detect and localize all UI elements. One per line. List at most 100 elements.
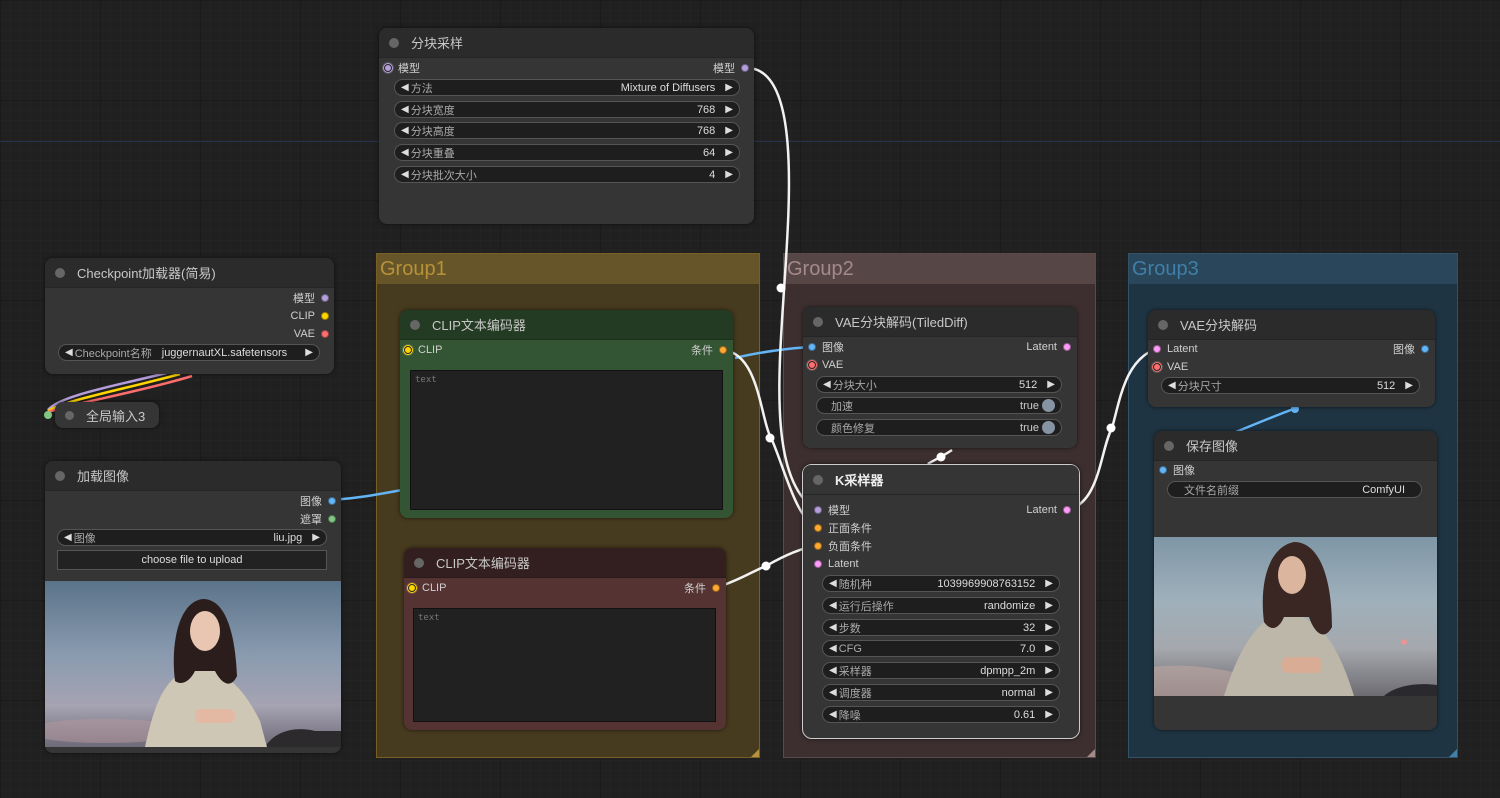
collapse-dot-icon[interactable] <box>414 557 424 568</box>
widget-steps[interactable]: ◀ 步数 32 ▶ <box>822 619 1060 636</box>
node-title-bar[interactable]: 分块采样 <box>379 28 754 58</box>
increment-arrow-icon[interactable]: ▶ <box>725 82 733 93</box>
widget-value[interactable]: 768 <box>697 125 715 137</box>
node-title-bar[interactable]: CLIP文本编码器 <box>400 310 733 340</box>
decrement-arrow-icon[interactable]: ◀ <box>401 82 409 93</box>
slot-pin-icon[interactable] <box>814 524 822 532</box>
output-slot-mask[interactable]: 遮罩 <box>300 510 336 528</box>
slot-pin-icon[interactable] <box>403 345 413 355</box>
widget-value[interactable]: liu.jpg <box>274 532 303 544</box>
collapse-dot-icon[interactable] <box>410 319 420 330</box>
group-title[interactable]: Group3 <box>1129 254 1457 284</box>
decrement-arrow-icon[interactable]: ◀ <box>829 665 837 676</box>
slot-pin-icon[interactable] <box>321 330 329 338</box>
widget-value[interactable]: 1039969908763152 <box>937 578 1035 590</box>
widget-tile-batch-size[interactable]: ◀ 分块批次大小 4 ▶ <box>394 166 740 183</box>
slot-pin-icon[interactable] <box>1063 343 1071 351</box>
widget-cfg[interactable]: ◀ CFG 7.0 ▶ <box>822 640 1060 657</box>
widget-sampler-name[interactable]: ◀ 采样器 dpmpp_2m ▶ <box>822 662 1060 679</box>
group-resize-handle[interactable] <box>751 749 759 757</box>
output-slot-conditioning[interactable]: 条件 <box>684 579 720 597</box>
node-clip-text-encode-positive[interactable]: CLIP文本编码器 CLIP 条件 text <box>400 310 733 518</box>
toggle-fast[interactable]: 加速 true <box>816 397 1062 414</box>
node-clip-text-encode-negative[interactable]: CLIP文本编码器 CLIP 条件 text <box>404 548 726 730</box>
collapse-dot-icon[interactable] <box>389 37 399 48</box>
toggle-knob-icon[interactable] <box>1042 399 1055 412</box>
increment-arrow-icon[interactable]: ▶ <box>725 169 733 180</box>
widget-denoise[interactable]: ◀ 降噪 0.61 ▶ <box>822 706 1060 723</box>
widget-checkpoint-name[interactable]: ◀ Checkpoint名称 juggernautXL.safetensors ▶ <box>58 344 320 361</box>
output-slot-latent[interactable]: Latent <box>1026 338 1071 356</box>
node-title-bar[interactable]: VAE分块解码(TiledDiff) <box>803 307 1077 337</box>
collapse-dot-icon[interactable] <box>813 474 823 485</box>
widget-filename-prefix[interactable]: 文件名前缀 ComfyUI <box>1167 481 1422 498</box>
slot-pin-icon[interactable] <box>1063 506 1071 514</box>
decrement-arrow-icon[interactable]: ◀ <box>401 125 409 136</box>
node-title-bar[interactable]: Checkpoint加载器(简易) <box>45 258 334 288</box>
widget-value[interactable]: 512 <box>1377 380 1395 392</box>
input-slot-model[interactable]: 模型 <box>383 59 420 77</box>
slot-pin-icon[interactable] <box>1159 466 1167 474</box>
slot-pin-icon[interactable] <box>328 515 336 523</box>
output-slot-clip[interactable]: CLIP <box>291 307 329 325</box>
widget-tile-size[interactable]: ◀ 分块大小 512 ▶ <box>816 376 1062 393</box>
group-title[interactable]: Group2 <box>784 254 1095 284</box>
widget-value[interactable]: 4 <box>709 169 715 181</box>
decrement-arrow-icon[interactable]: ◀ <box>1168 380 1176 391</box>
input-slot-latent[interactable]: Latent <box>1153 340 1198 358</box>
increment-arrow-icon[interactable]: ▶ <box>305 347 313 358</box>
widget-tile-height[interactable]: ◀ 分块高度 768 ▶ <box>394 122 740 139</box>
input-slot-image[interactable]: 图像 <box>1159 461 1195 479</box>
slot-pin-icon[interactable] <box>1421 345 1429 353</box>
increment-arrow-icon[interactable]: ▶ <box>1045 622 1053 633</box>
output-slot-image[interactable]: 图像 <box>300 492 336 510</box>
input-slot-positive[interactable]: 正面条件 <box>814 519 872 537</box>
increment-arrow-icon[interactable]: ▶ <box>1045 578 1053 589</box>
widget-image-select[interactable]: ◀ 图像 liu.jpg ▶ <box>57 529 327 546</box>
output-slot-latent[interactable]: Latent <box>1026 501 1071 519</box>
widget-value[interactable]: 64 <box>703 147 715 159</box>
increment-arrow-icon[interactable]: ▶ <box>1045 643 1053 654</box>
toggle-color-fix[interactable]: 颜色修复 true <box>816 419 1062 436</box>
node-title-bar[interactable]: CLIP文本编码器 <box>404 548 726 578</box>
output-slot-model[interactable]: 模型 <box>713 59 749 77</box>
slot-pin-icon[interactable] <box>321 294 329 302</box>
decrement-arrow-icon[interactable]: ◀ <box>401 104 409 115</box>
node-global-input[interactable]: 全局输入3 <box>55 402 159 428</box>
slot-pin-icon[interactable] <box>712 584 720 592</box>
increment-arrow-icon[interactable]: ▶ <box>1045 687 1053 698</box>
input-slot-image[interactable]: 图像 <box>808 338 844 356</box>
widget-value[interactable]: juggernautXL.safetensors <box>162 347 287 359</box>
decrement-arrow-icon[interactable]: ◀ <box>401 147 409 158</box>
decrement-arrow-icon[interactable]: ◀ <box>829 578 837 589</box>
decrement-arrow-icon[interactable]: ◀ <box>64 532 72 543</box>
slot-pin-icon[interactable] <box>328 497 336 505</box>
slot-pin-icon[interactable] <box>814 560 822 568</box>
slot-pin-icon[interactable] <box>807 360 817 370</box>
prompt-textarea-positive[interactable]: text <box>410 370 723 510</box>
node-vae-encode-tiled[interactable]: VAE分块解码(TiledDiff) 图像 VAE Latent ◀ 分块大小 51… <box>803 307 1077 448</box>
decrement-arrow-icon[interactable]: ◀ <box>829 709 837 720</box>
widget-value[interactable]: 0.61 <box>1014 709 1035 721</box>
increment-arrow-icon[interactable]: ▶ <box>1045 709 1053 720</box>
node-load-image[interactable]: 加载图像 图像 遮罩 ◀ 图像 liu.jpg ▶ choose file to up… <box>45 461 341 753</box>
increment-arrow-icon[interactable]: ▶ <box>1045 665 1053 676</box>
widget-tile-width[interactable]: ◀ 分块宽度 768 ▶ <box>394 101 740 118</box>
output-slot-image[interactable]: 图像 <box>1393 340 1429 358</box>
slot-pin-icon[interactable] <box>321 312 329 320</box>
input-slot-clip[interactable]: CLIP <box>407 579 446 597</box>
node-title-bar[interactable]: K采样器 <box>803 465 1079 495</box>
node-tiled-sampler[interactable]: 分块采样 模型 模型 ◀ 方法 Mixture of Diffusers ▶ ◀ 分块宽… <box>379 28 754 224</box>
widget-value[interactable]: 512 <box>1019 379 1037 391</box>
increment-arrow-icon[interactable]: ▶ <box>1047 379 1055 390</box>
output-slot-vae[interactable]: VAE <box>294 325 329 343</box>
input-slot-clip[interactable]: CLIP <box>403 341 442 359</box>
slot-pin-icon[interactable] <box>719 346 727 354</box>
increment-arrow-icon[interactable]: ▶ <box>725 104 733 115</box>
output-slot-conditioning[interactable]: 条件 <box>691 341 727 359</box>
group-title[interactable]: Group1 <box>377 254 759 284</box>
widget-control-after-generate[interactable]: ◀ 运行后操作 randomize ▶ <box>822 597 1060 614</box>
widget-value[interactable]: normal <box>1002 687 1036 699</box>
node-title-bar[interactable]: 保存图像 <box>1154 431 1437 461</box>
widget-value[interactable]: ComfyUI <box>1362 484 1405 496</box>
